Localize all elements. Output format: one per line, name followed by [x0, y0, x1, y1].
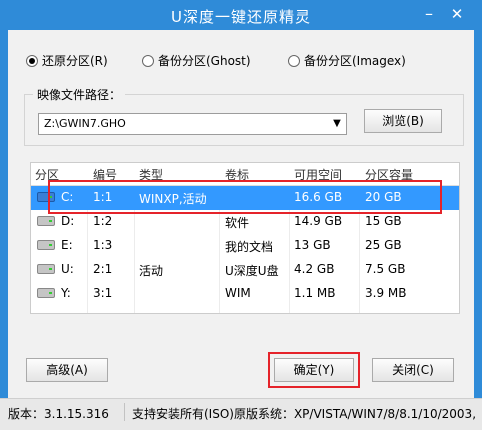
column-header-number[interactable]: 编号: [93, 166, 117, 183]
cell-partition: Y:: [61, 286, 71, 300]
ok-button[interactable]: 确定(Y): [274, 358, 354, 382]
support-text: 支持安装所有(ISO)原版系统：XP/VISTA/WIN7/8/8.1/10/2…: [132, 407, 477, 421]
cell-number: 3:1: [93, 286, 113, 300]
cell-partition: D:: [61, 214, 75, 228]
image-path-group: 映像文件路径： Z:\GWIN7.GHO ▼ 浏览(B): [24, 86, 464, 146]
radio-backup-ghost[interactable]: 备份分区(Ghost): [142, 52, 251, 69]
cell-number: 1:3: [93, 238, 113, 252]
table-row[interactable]: D: 1:2 软件 14.9 GB 15 GB: [31, 210, 459, 234]
radio-restore[interactable]: 还原分区(R): [26, 52, 108, 69]
cell-capacity: 20 GB: [365, 190, 402, 204]
radio-backup-imagex[interactable]: 备份分区(Imagex): [288, 52, 406, 69]
version-text: 版本：3.1.15.316: [8, 407, 109, 421]
column-header-label[interactable]: 卷标: [225, 166, 249, 183]
minimize-button[interactable]: –: [418, 6, 440, 24]
radio-restore-label: 还原分区(R): [42, 54, 108, 68]
window-title: U深度一键还原精灵: [171, 8, 311, 26]
table-row[interactable]: U: 2:1 活动 U深度U盘 4.2 GB 7.5 GB: [31, 258, 459, 282]
radio-backup-ghost-label: 备份分区(Ghost): [158, 54, 251, 68]
close-button[interactable]: 关闭(C): [372, 358, 454, 382]
status-divider: [124, 403, 125, 421]
advanced-button[interactable]: 高级(A): [26, 358, 108, 382]
app-window: U深度一键还原精灵 – ✕ 还原分区(R) 备份分区(Ghost) 备份分区(I…: [0, 0, 482, 430]
column-header-capacity[interactable]: 分区容量: [365, 166, 413, 183]
cell-free: 4.2 GB: [294, 262, 335, 276]
cell-partition: C:: [61, 190, 74, 204]
cell-label: 我的文档: [225, 240, 274, 254]
radio-backup-imagex-indicator[interactable]: [288, 54, 300, 67]
image-path-label: 映像文件路径：: [33, 86, 126, 103]
partition-table: 分区 编号 类型 卷标 可用空间 分区容量 C: 1:1 WINXP,活动 16…: [30, 162, 460, 314]
chevron-down-icon[interactable]: ▼: [331, 118, 343, 130]
status-bar: 版本：3.1.15.316 支持安装所有(ISO)原版系统：XP/VISTA/W…: [0, 398, 482, 430]
drive-icon: [37, 288, 55, 298]
radio-backup-ghost-indicator[interactable]: [142, 54, 154, 67]
image-path-combo[interactable]: Z:\GWIN7.GHO ▼: [38, 113, 347, 135]
column-header-free[interactable]: 可用空间: [294, 166, 342, 183]
system-drive-icon: [37, 192, 55, 202]
table-row[interactable]: C: 1:1 WINXP,活动 16.6 GB 20 GB: [31, 186, 459, 210]
cell-label: WIM: [225, 286, 251, 300]
cell-type: WINXP,活动: [139, 192, 207, 206]
cell-free: 13 GB: [294, 238, 331, 252]
table-header: 分区 编号 类型 卷标 可用空间 分区容量: [31, 163, 459, 186]
title-bar[interactable]: U深度一键还原精灵 – ✕: [0, 0, 482, 30]
cell-partition: E:: [61, 238, 73, 252]
radio-backup-imagex-label: 备份分区(Imagex): [304, 54, 406, 68]
column-header-type[interactable]: 类型: [139, 166, 163, 183]
cell-label: U深度U盘: [225, 264, 279, 278]
cell-number: 2:1: [93, 262, 113, 276]
cell-number: 1:1: [93, 190, 113, 204]
cell-partition: U:: [61, 262, 74, 276]
cell-free: 16.6 GB: [294, 190, 343, 204]
table-row[interactable]: E: 1:3 我的文档 13 GB 25 GB: [31, 234, 459, 258]
main-panel: 还原分区(R) 备份分区(Ghost) 备份分区(Imagex) 映像文件路径：…: [8, 30, 474, 398]
cell-type: 活动: [139, 264, 164, 278]
column-header-partition[interactable]: 分区: [35, 166, 59, 183]
usb-drive-icon: [37, 264, 55, 274]
drive-icon: [37, 240, 55, 250]
browse-button[interactable]: 浏览(B): [364, 109, 442, 133]
cell-free: 14.9 GB: [294, 214, 343, 228]
cell-capacity: 7.5 GB: [365, 262, 406, 276]
cell-capacity: 3.9 MB: [365, 286, 407, 300]
table-row[interactable]: Y: 3:1 WIM 1.1 MB 3.9 MB: [31, 282, 459, 306]
cell-number: 1:2: [93, 214, 113, 228]
cell-capacity: 25 GB: [365, 238, 402, 252]
drive-icon: [37, 216, 55, 226]
cell-label: 软件: [225, 216, 250, 230]
cell-free: 1.1 MB: [294, 286, 336, 300]
cell-capacity: 15 GB: [365, 214, 402, 228]
close-window-button[interactable]: ✕: [446, 6, 468, 24]
radio-restore-indicator[interactable]: [26, 54, 38, 67]
image-path-value: Z:\GWIN7.GHO: [44, 117, 126, 130]
